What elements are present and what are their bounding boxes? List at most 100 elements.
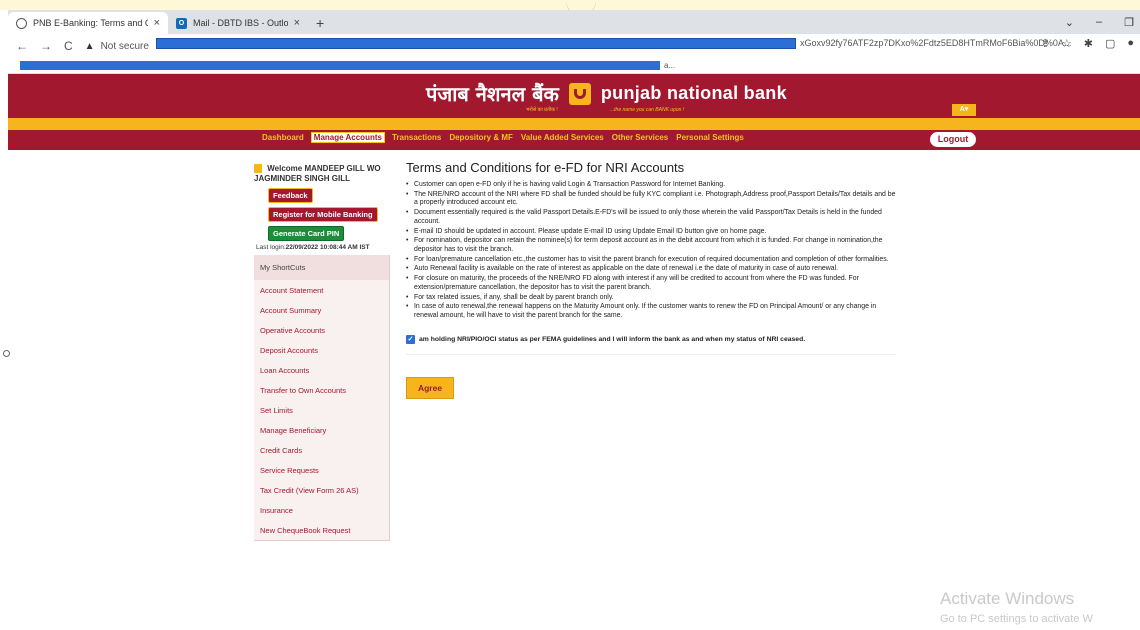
sidebar-item-insurance[interactable]: Insurance [254,500,389,520]
feedback-row: Feedback [268,184,390,203]
menu-depository-mf[interactable]: Depository & MF [449,133,513,142]
share-icon[interactable]: ⇪ [1041,37,1050,50]
generate-card-pin-button[interactable]: Generate Card PIN [268,226,345,241]
bookmarks-bar: a... [8,58,1140,74]
consent-label: am holding NRI/PIO/OCI status as per FEM… [419,335,806,343]
sidebar: Welcome MANDEEP GILL WO JAGMINDER SINGH … [254,164,390,541]
list-item: For nomination, depositor can retain the… [406,237,900,254]
window-controls: ⌄ – ❐ [1065,10,1140,34]
address-bar: ← → C ▲ Not secure xGoxv92fy76ATF2zp7DKx… [8,34,1140,58]
sidebar-item-deposit-accounts[interactable]: Deposit Accounts [254,340,389,360]
url-text[interactable]: xGoxv92fy76ATF2zp7DKxo%2Fdtz5ED8HTmRMoF6… [800,38,1071,48]
last-login-label: Last login: [256,244,286,251]
last-login: Last login:22/09/2022 10:08:44 AM IST [256,244,390,251]
main-menu: Dashboard Manage Accounts Transactions D… [8,130,1140,150]
profile-icon[interactable]: ● [1127,37,1134,50]
forward-arrow-icon[interactable]: → [40,39,52,53]
sidebar-item-loan-accounts[interactable]: Loan Accounts [254,360,389,380]
url-redacted[interactable] [156,38,796,49]
menu-other-services[interactable]: Other Services [612,133,668,142]
pin-row: Generate Card PIN [268,222,390,241]
list-item: For closure on maturity, the proceeds of… [406,275,900,292]
shortcuts-panel: My ShortCuts Account Statement Account S… [254,255,390,541]
menu-dashboard[interactable]: Dashboard [262,133,304,142]
consent-row: ✓ am holding NRI/PIO/OCI status as per F… [406,334,896,355]
list-item: In case of auto renewal,the renewal happ… [406,303,900,320]
close-icon[interactable]: × [294,17,300,29]
list-item: The NRE/NRO account of the NRI where FD … [406,191,900,208]
sidebar-item-account-summary[interactable]: Account Summary [254,300,389,320]
shortcuts-title: My ShortCuts [254,255,389,280]
sidebar-item-account-statement[interactable]: Account Statement [254,280,389,300]
outlook-icon: O [176,17,187,29]
language-button[interactable]: A▾ [952,104,976,116]
gold-band [8,118,1140,130]
reload-icon[interactable]: C [64,39,73,53]
list-item: Document essentially required is the val… [406,209,900,226]
chevron-down-icon[interactable]: ⌄ [1065,16,1074,29]
sidepanel-icon[interactable]: ▢ [1105,37,1115,50]
menu-personal-settings[interactable]: Personal Settings [676,133,744,142]
sidebar-item-credit-cards[interactable]: Credit Cards [254,440,389,460]
new-tab-button[interactable]: + [308,12,332,34]
main-content: Terms and Conditions for e-FD for NRI Ac… [406,160,900,399]
brand-english-tagline: ...the name you can BANK upon ! [610,107,685,113]
language-label: A [959,106,965,113]
sidebar-item-new-chequebook[interactable]: New ChequeBook Request [254,520,389,540]
register-mobile-banking-button[interactable]: Register for Mobile Banking [268,207,378,222]
feedback-button[interactable]: Feedback [268,188,313,203]
close-icon[interactable]: × [154,17,160,29]
consent-checkbox[interactable]: ✓ [406,334,415,344]
list-item: For tax related issues, if any, shall be… [406,294,900,303]
tab-outlook[interactable]: O Mail - DBTD IBS - Outlook × [168,12,308,34]
brand-hindi-tagline: भरोसे का प्रतीक ! [526,107,558,113]
globe-icon [16,17,27,29]
page-title: Terms and Conditions for e-FD for NRI Ac… [406,160,685,175]
sidebar-item-service-requests[interactable]: Service Requests [254,460,389,480]
back-arrow-icon[interactable]: ← [16,39,28,53]
activation-watermark-title: Activate Windows [940,589,1075,608]
capture-edge-handle [3,350,10,357]
agree-button[interactable]: Agree [406,376,454,399]
sidebar-item-transfer-own-accounts[interactable]: Transfer to Own Accounts [254,380,389,400]
brand-hindi: पंजाब नैशनल बैंक [426,82,559,106]
list-item: E-mail ID should be updated in account. … [406,228,900,237]
list-item: For loan/premature cancellation etc.,the… [406,256,900,265]
pnb-logo-icon [568,82,591,105]
tab-title: PNB E-Banking: Terms and Condi [33,18,148,28]
omnibox[interactable]: ▲ Not secure [85,37,149,55]
lock-icon [254,164,262,174]
star-icon[interactable]: ☆ [1062,37,1072,50]
menu-value-added-services[interactable]: Value Added Services [521,133,604,142]
tab-pnb[interactable]: PNB E-Banking: Terms and Condi × [8,12,168,34]
sidebar-item-set-limits[interactable]: Set Limits [254,400,389,420]
list-item: Customer can open e-FD only if he is hav… [406,181,900,190]
terms-list: Customer can open e-FD only if he is hav… [406,181,900,321]
warning-icon[interactable]: ▲ [85,41,95,52]
maximize-icon[interactable]: ❐ [1124,16,1134,29]
menu-manage-accounts[interactable]: Manage Accounts [310,132,385,143]
minimize-icon[interactable]: – [1096,16,1102,28]
sidebar-item-operative-accounts[interactable]: Operative Accounts [254,320,389,340]
tab-title: Mail - DBTD IBS - Outlook [193,18,288,28]
sidebar-item-tax-credit[interactable]: Tax Credit (View Form 26 AS) [254,480,389,500]
screen: PNB E-Banking: Terms and Condi × O Mail … [0,0,1140,630]
bookmark-text[interactable]: a... [664,61,675,70]
welcome-message: Welcome MANDEEP GILL WO JAGMINDER SINGH … [254,164,390,184]
menu-transactions[interactable]: Transactions [392,133,441,142]
bookmarks-redacted [20,61,660,70]
list-item: Auto Renewal facility is available on th… [406,265,900,274]
bank-logo: पंजाब नैशनल बैंक punjab national bank भर… [426,80,787,113]
logout-button[interactable]: Logout [930,132,976,147]
brand-english: punjab national bank [600,83,787,103]
menu-items: Dashboard Manage Accounts Transactions D… [262,132,744,143]
security-label: Not secure [100,40,149,52]
address-icons: ⇪ ☆ ✱ ▢ ● [1041,37,1134,50]
activation-watermark-subtitle: Go to PC settings to activate W [940,613,1093,625]
extensions-icon[interactable]: ✱ [1084,37,1093,50]
register-row: Register for Mobile Banking [268,203,390,222]
browser-tabbar: PNB E-Banking: Terms and Condi × O Mail … [8,10,1140,34]
last-login-value: 22/09/2022 10:08:44 AM IST [285,244,370,251]
sidebar-item-manage-beneficiary[interactable]: Manage Beneficiary [254,420,389,440]
bank-header: पंजाब नैशनल बैंक punjab national bank भर… [8,74,1140,118]
